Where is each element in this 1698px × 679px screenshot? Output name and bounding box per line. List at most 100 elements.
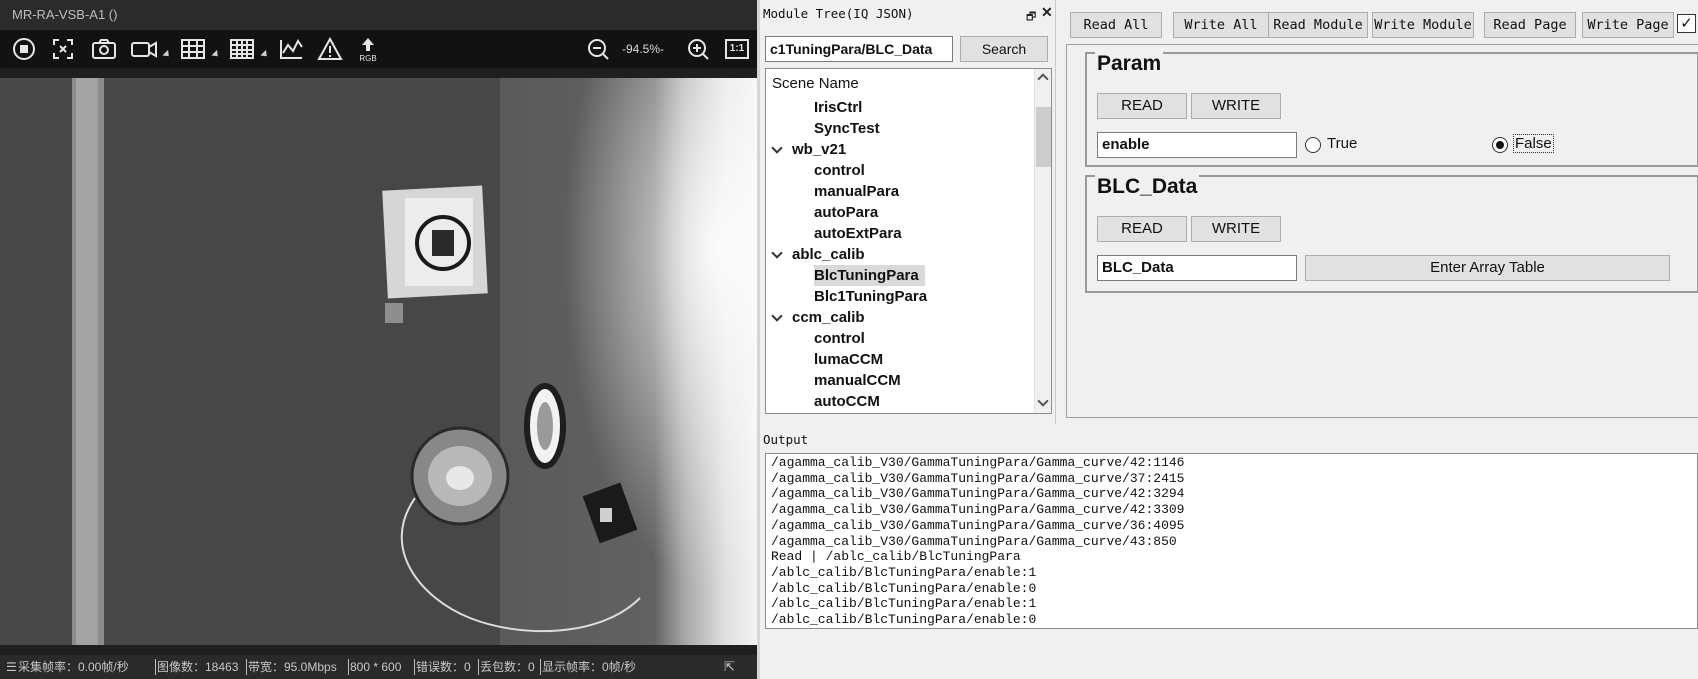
radio-false[interactable] [1492, 137, 1508, 153]
viewer-statusbar: ☰ 采集帧率：0.00帧/秒 图像数：18463 带宽：95.0Mbps 800… [0, 655, 757, 679]
tree-item[interactable]: lumaCCM [766, 349, 1029, 370]
close-icon[interactable]: ✕ [1041, 4, 1053, 21]
grid-dropdown-icon[interactable] [260, 49, 270, 60]
tree-item-label: control [814, 330, 865, 347]
status-bandwidth: 带宽：95.0Mbps [248, 660, 337, 674]
zoom-out-icon[interactable] [586, 37, 610, 61]
tree-item[interactable]: BlcTuningPara [766, 265, 1029, 286]
output-log[interactable]: /agamma_calib_V30/GammaTuningPara/Gamma_… [765, 453, 1698, 629]
write-all-button[interactable]: Write All [1173, 12, 1269, 38]
status-dropped: 丢包数：0 [480, 660, 535, 674]
radio-true-label[interactable]: True [1327, 135, 1357, 152]
tree-item-label: autoPara [814, 204, 879, 221]
chevron-down-icon[interactable] [771, 310, 783, 322]
chart-icon[interactable] [278, 37, 304, 61]
scroll-up-icon[interactable] [1037, 73, 1049, 85]
grid-icon[interactable] [229, 37, 255, 61]
status-divider [348, 659, 349, 675]
tree-header: Scene Name [772, 75, 859, 92]
blc-data-group: BLC_Data READ WRITE BLC_Data Enter Array… [1085, 175, 1698, 293]
tree-item[interactable]: ccm_calib [766, 307, 1029, 328]
video-dropdown-icon[interactable] [162, 49, 172, 60]
stop-icon[interactable] [12, 37, 36, 61]
search-button[interactable]: Search [960, 36, 1048, 62]
module-search-input[interactable]: c1TuningPara/BLC_Data [765, 36, 953, 62]
warning-icon[interactable] [317, 37, 343, 61]
tree-item-label: lumaCCM [814, 351, 884, 368]
module-tree-panel: Module Tree(IQ JSON) 🗗 ✕ c1TuningPara/BL… [760, 0, 1056, 424]
blc-data-field[interactable]: BLC_Data [1097, 255, 1297, 281]
param-read-button[interactable]: READ [1097, 93, 1187, 119]
tree-item-label: BlcTuningPara [814, 265, 925, 286]
tree-item[interactable]: autoCCM [766, 391, 1029, 412]
blc-write-button[interactable]: WRITE [1191, 216, 1281, 242]
viewer-toolbar: RGB -94.5%- 1:1 [0, 30, 757, 68]
tree-scrollbar[interactable] [1034, 69, 1051, 413]
rgb-label: RGB [359, 54, 377, 63]
tree-item-label: autoExtPara [814, 225, 902, 242]
param-name-field[interactable]: enable [1097, 132, 1297, 158]
statusbar-menu-icon[interactable]: ☰ [6, 655, 17, 679]
tree-item[interactable]: wb_v21 [766, 139, 1029, 160]
blc-read-button[interactable]: READ [1097, 216, 1187, 242]
crop-icon[interactable] [51, 37, 75, 61]
tree-item[interactable]: manualCCM [766, 370, 1029, 391]
float-panel-icon[interactable]: 🗗 [1026, 8, 1036, 27]
status-divider [478, 659, 479, 675]
tree-item[interactable]: SyncTest [766, 118, 1029, 139]
tree-item-label: Blc1TuningPara [814, 288, 928, 305]
chevron-down-icon[interactable] [771, 247, 783, 259]
status-divider [246, 659, 247, 675]
auto-check-checkbox[interactable]: ✓ [1677, 14, 1696, 33]
rgb-icon[interactable]: RGB [358, 37, 378, 63]
zoom-in-icon[interactable] [686, 37, 710, 61]
tree-item-label: manualPara [814, 183, 900, 200]
read-all-button[interactable]: Read All [1070, 12, 1162, 38]
resize-grip-icon[interactable]: ⇱ [724, 655, 735, 679]
tree-item-label: wb_v21 [792, 141, 847, 158]
chevron-down-icon[interactable] [771, 142, 783, 154]
camera-icon[interactable] [91, 37, 117, 61]
blc-data-group-title: BLC_Data [1095, 175, 1200, 199]
table-dropdown-icon[interactable] [211, 49, 221, 60]
property-area: Read All Write All Read Module Write Mod… [1062, 0, 1698, 424]
tree-item[interactable]: control [766, 160, 1029, 181]
tree-item[interactable]: Blc1TuningPara [766, 286, 1029, 307]
zoom-level: -94.5%- [622, 42, 665, 56]
camera-image[interactable] [0, 78, 757, 645]
output-line: /ablc_calib/BlcTuningPara/enable:1 [771, 596, 1037, 612]
tree-item[interactable]: autoPara [766, 202, 1029, 223]
camera-viewer: MR-RA-VSB-A1 () RGB -94.5%- 1:1 ☰ 采集帧率：0… [0, 0, 757, 679]
enter-array-table-button[interactable]: Enter Array Table [1305, 255, 1670, 281]
scroll-down-icon[interactable] [1037, 395, 1049, 407]
radio-false-label[interactable]: False [1513, 134, 1554, 153]
write-page-button[interactable]: Write Page [1582, 12, 1674, 38]
output-line: /agamma_calib_V30/GammaTuningPara/Gamma_… [771, 533, 1177, 549]
table-icon[interactable] [180, 37, 206, 61]
tree-item[interactable]: IrisCtrl [766, 97, 1029, 118]
tree-item-label: ccm_calib [792, 309, 865, 326]
tree-item[interactable]: control [766, 328, 1029, 349]
tree-scroll-thumb[interactable] [1036, 107, 1051, 167]
video-icon[interactable] [130, 37, 158, 61]
tree-item[interactable]: autoExtPara [766, 223, 1029, 244]
output-line: /ablc_calib/BlcTuningPara/enable:0 [771, 580, 1037, 596]
read-page-button[interactable]: Read Page [1484, 12, 1576, 38]
radio-true[interactable] [1305, 137, 1321, 153]
output-line: /ablc_calib/BlcTuningPara/enable:0 [771, 612, 1037, 627]
read-module-button[interactable]: Read Module [1268, 12, 1368, 38]
write-module-button[interactable]: Write Module [1372, 12, 1474, 38]
tree-item[interactable]: ablc_calib [766, 244, 1029, 265]
status-capture-fps: 采集帧率：0.00帧/秒 [18, 660, 129, 674]
tree-item-label: SyncTest [814, 120, 880, 137]
tree-item[interactable]: manualPara [766, 181, 1029, 202]
tree-item-label: manualCCM [814, 372, 901, 389]
param-write-button[interactable]: WRITE [1191, 93, 1281, 119]
actual-size-icon[interactable]: 1:1 [725, 39, 749, 59]
output-line: /agamma_calib_V30/GammaTuningPara/Gamma_… [771, 486, 1185, 502]
output-panel: Output /agamma_calib_V30/GammaTuningPara… [760, 428, 1698, 679]
tree-item-label: ablc_calib [792, 246, 865, 263]
status-image-count: 图像数：18463 [157, 660, 239, 674]
status-divider [155, 659, 156, 675]
module-tree-view[interactable]: Scene Name IrisCtrl SyncTest wb_v21control… [765, 68, 1052, 414]
